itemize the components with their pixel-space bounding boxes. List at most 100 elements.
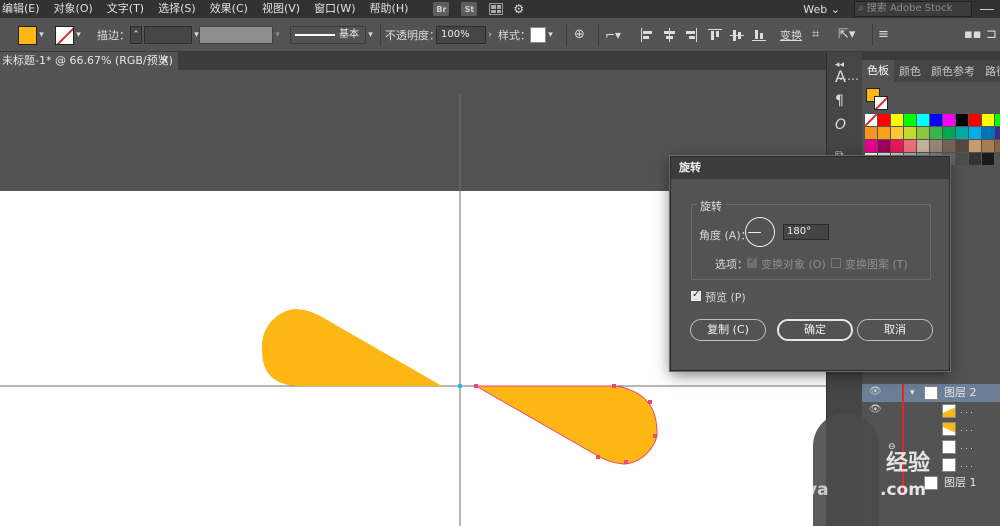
swatch[interactable] bbox=[969, 140, 981, 152]
swatch[interactable] bbox=[982, 114, 994, 126]
menu-object[interactable]: 对象(O) bbox=[47, 0, 100, 18]
opacity-input[interactable]: 100% bbox=[436, 26, 486, 44]
layer-sublayer-row[interactable]: . . . bbox=[862, 456, 1000, 474]
chevron-down-icon[interactable]: ▾ bbox=[546, 25, 555, 45]
layer-row-2[interactable]: 👁 ▾ 图层 2 bbox=[862, 384, 1000, 402]
copy-button[interactable]: 复制 (C) bbox=[690, 319, 766, 341]
stroke-indicator[interactable] bbox=[874, 96, 888, 110]
swatch[interactable] bbox=[930, 114, 942, 126]
expand-chevron-icon[interactable]: ▾ bbox=[910, 384, 915, 402]
layer-sublayer-row[interactable]: . . . bbox=[862, 420, 1000, 438]
align-bottom-icon[interactable] bbox=[752, 28, 766, 42]
swatch[interactable] bbox=[878, 140, 890, 152]
preview-label[interactable]: 预览 (P) bbox=[705, 289, 746, 305]
menu-view[interactable]: 视图(V) bbox=[255, 0, 307, 18]
swatch[interactable] bbox=[904, 127, 916, 139]
chevron-down-icon[interactable]: ▾ bbox=[37, 25, 46, 45]
rotated-teardrop-shape[interactable] bbox=[474, 385, 658, 465]
swatch[interactable] bbox=[982, 127, 994, 139]
swatch[interactable] bbox=[917, 140, 929, 152]
paragraph-panel-icon[interactable]: ¶ bbox=[835, 92, 844, 110]
workspace-switcher[interactable]: Web ⌄ bbox=[803, 3, 840, 16]
chevron-down-icon[interactable]: ▾ bbox=[74, 25, 83, 45]
collapse-panels-icon[interactable]: ⊐ bbox=[986, 25, 997, 45]
menu-type[interactable]: 文字(T) bbox=[100, 0, 151, 18]
swatch[interactable] bbox=[904, 114, 916, 126]
swatch[interactable] bbox=[865, 140, 877, 152]
align-vertical-center-icon[interactable] bbox=[730, 28, 744, 42]
angle-dial[interactable] bbox=[745, 217, 775, 247]
arrange-panels-icon[interactable]: ▪▪ bbox=[964, 25, 982, 45]
tab-pathfinder[interactable]: 路径查 bbox=[980, 63, 1000, 79]
ok-button[interactable]: 确定 bbox=[777, 319, 853, 341]
swatch[interactable] bbox=[982, 153, 994, 165]
swatch[interactable] bbox=[943, 114, 955, 126]
layer-2-name[interactable]: 图层 2 bbox=[944, 384, 977, 402]
swatch[interactable] bbox=[891, 114, 903, 126]
arrange-documents-icon[interactable] bbox=[489, 3, 504, 15]
swatch[interactable] bbox=[995, 114, 1000, 126]
swatch[interactable] bbox=[956, 140, 968, 152]
angle-input[interactable]: 180° bbox=[783, 224, 829, 240]
sublayer-name[interactable]: . . . bbox=[960, 402, 973, 420]
cancel-button[interactable]: 取消 bbox=[857, 319, 933, 341]
chevron-right-icon[interactable]: › bbox=[486, 25, 494, 45]
align-horizontal-center-icon[interactable] bbox=[662, 28, 676, 42]
swatch[interactable] bbox=[995, 140, 1000, 152]
swatch[interactable] bbox=[995, 127, 1000, 139]
swatch[interactable] bbox=[891, 140, 903, 152]
swatch[interactable] bbox=[943, 127, 955, 139]
opentype-panel-icon[interactable]: O bbox=[835, 116, 846, 134]
panel-menu-icon[interactable]: ≡ bbox=[878, 25, 889, 45]
transform-patterns-checkbox[interactable] bbox=[831, 258, 841, 268]
align-top-icon[interactable] bbox=[708, 28, 722, 42]
align-to-icon[interactable]: ⌐▾ bbox=[605, 25, 621, 45]
stock-search-input[interactable]: ⌕ 搜索 Adobe Stock bbox=[854, 1, 972, 17]
layer-sublayer-row[interactable]: ⊖ . . . bbox=[862, 438, 1000, 456]
align-right-icon[interactable] bbox=[684, 28, 698, 42]
swatch[interactable] bbox=[904, 140, 916, 152]
document-tab[interactable]: 未标题-1* @ 66.67% (RGB/预览) ✕ bbox=[0, 52, 178, 70]
tab-swatches[interactable]: 色板 bbox=[862, 60, 894, 82]
transform-objects-checkbox[interactable] bbox=[747, 256, 757, 268]
graphic-style-swatch[interactable] bbox=[530, 27, 546, 43]
menu-edit[interactable]: 编辑(E) bbox=[0, 0, 47, 18]
swatch[interactable] bbox=[956, 127, 968, 139]
menu-effect[interactable]: 效果(C) bbox=[203, 0, 255, 18]
visibility-eye-icon[interactable]: 👁 bbox=[869, 404, 882, 416]
swatch-fill-stroke[interactable] bbox=[866, 88, 894, 116]
chevron-down-icon[interactable]: ▾ bbox=[366, 25, 375, 45]
character-panel-icon[interactable]: A bbox=[835, 68, 846, 86]
brush-definition[interactable]: 基本 bbox=[290, 26, 366, 44]
variable-width-profile[interactable] bbox=[199, 26, 273, 44]
swatch[interactable] bbox=[865, 114, 877, 126]
swatch[interactable] bbox=[982, 140, 994, 152]
recolor-artwork-icon[interactable]: ⊕ bbox=[574, 25, 585, 45]
stroke-weight-input[interactable] bbox=[144, 26, 192, 44]
swatch[interactable] bbox=[969, 127, 981, 139]
fill-swatch[interactable] bbox=[18, 25, 37, 45]
isolate-icon[interactable]: ⌗ bbox=[812, 25, 819, 45]
swatch[interactable] bbox=[878, 127, 890, 139]
gpu-performance-icon[interactable]: ⚙ bbox=[513, 0, 524, 19]
menu-help[interactable]: 帮助(H) bbox=[363, 0, 416, 18]
bridge-button[interactable]: Br bbox=[433, 2, 450, 16]
swatch[interactable] bbox=[969, 114, 981, 126]
swatch[interactable] bbox=[930, 127, 942, 139]
close-icon[interactable]: ✕ bbox=[160, 52, 169, 70]
visibility-eye-icon[interactable]: 👁 bbox=[869, 386, 882, 398]
transform-button[interactable]: 变换 bbox=[780, 27, 802, 43]
swatch[interactable] bbox=[917, 127, 929, 139]
swatch[interactable] bbox=[956, 114, 968, 126]
layer-sublayer-row[interactable]: 👁 . . . bbox=[862, 402, 1000, 420]
stroke-control[interactable]: ▾ bbox=[55, 25, 83, 45]
tab-color-guide[interactable]: 颜色参考 bbox=[926, 63, 980, 79]
swatch[interactable] bbox=[930, 140, 942, 152]
swatch[interactable] bbox=[943, 140, 955, 152]
layer-1-name[interactable]: 图层 1 bbox=[944, 474, 977, 492]
stroke-swatch[interactable] bbox=[55, 25, 74, 45]
minimize-icon[interactable] bbox=[980, 8, 994, 10]
rotation-origin[interactable] bbox=[458, 384, 462, 388]
sublayer-name[interactable]: . . . bbox=[960, 420, 973, 438]
tab-color[interactable]: 颜色 bbox=[894, 63, 926, 79]
